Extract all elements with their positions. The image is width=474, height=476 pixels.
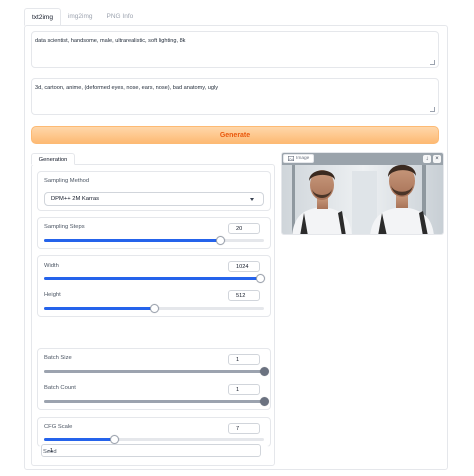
batch-size-slider[interactable]: [44, 367, 269, 376]
height-input[interactable]: 512: [228, 290, 260, 301]
seed-input[interactable]: -1: [41, 444, 261, 457]
batch-group: Batch Size 1 Batch Count 1: [37, 348, 271, 410]
batch-count-slider[interactable]: [44, 397, 269, 406]
batch-count-label: Batch Count: [44, 385, 76, 391]
sampling-steps-input[interactable]: 20: [228, 223, 260, 234]
sampling-method-select[interactable]: DPM++ 2M Karras: [44, 192, 264, 206]
tab-img2img[interactable]: img2img: [61, 8, 100, 26]
slider-thumb[interactable]: [216, 236, 225, 245]
generation-settings: Sampling Method DPM++ 2M Karras Sampling…: [31, 164, 275, 466]
txt2img-panel: Generate Generation Sampling Method DPM+…: [24, 25, 448, 470]
sampling-steps-slider[interactable]: [44, 236, 264, 245]
slider-fill: [44, 438, 115, 441]
tab-generation[interactable]: Generation: [31, 153, 75, 165]
cfg-scale-input[interactable]: 7: [228, 423, 260, 434]
height-slider[interactable]: [44, 304, 264, 313]
slider-fill: [44, 400, 264, 403]
batch-size-label: Batch Size: [44, 355, 72, 361]
slider-fill: [44, 370, 264, 373]
slider-thumb[interactable]: [110, 435, 120, 444]
width-slider[interactable]: [44, 274, 265, 283]
close-icon[interactable]: ×: [433, 155, 441, 163]
sampling-method-label: Sampling Method: [44, 178, 90, 184]
resize-handle[interactable]: [430, 107, 435, 112]
tab-bar: txt2img img2img PNG Info: [24, 8, 140, 26]
image-label-text: Image: [296, 156, 310, 161]
image-label: Image: [283, 154, 315, 163]
cfg-scale-slider[interactable]: [44, 435, 264, 444]
image-icon: [288, 156, 294, 161]
cfg-scale-group: CFG Scale 7: [37, 417, 271, 447]
slider-fill: [44, 277, 260, 280]
sampling-method-group: Sampling Method DPM++ 2M Karras: [37, 171, 271, 211]
chevron-down-icon: [250, 198, 254, 201]
tab-txt2img[interactable]: txt2img: [24, 8, 61, 26]
slider-fill: [44, 307, 154, 310]
negative-prompt-box: [31, 78, 439, 115]
slider-thumb[interactable]: [260, 397, 269, 406]
generated-image: [282, 153, 443, 234]
prompt-input[interactable]: [35, 38, 435, 61]
width-input[interactable]: 1024: [228, 261, 260, 272]
sampling-steps-group: Sampling Steps 20: [37, 217, 271, 249]
batch-count-input[interactable]: 1: [228, 384, 260, 395]
width-label: Width: [44, 263, 59, 269]
resize-handle[interactable]: [430, 60, 435, 65]
prompt-box: [31, 31, 439, 68]
sampling-steps-label: Sampling Steps: [44, 224, 85, 230]
cfg-scale-label: CFG Scale: [44, 424, 73, 430]
slider-fill: [44, 239, 220, 242]
tab-png-info[interactable]: PNG Info: [100, 8, 141, 26]
height-label: Height: [44, 292, 61, 298]
batch-size-input[interactable]: 1: [228, 354, 260, 365]
negative-prompt-input[interactable]: [35, 85, 435, 108]
download-icon[interactable]: ↓: [423, 155, 431, 163]
generate-button[interactable]: Generate: [31, 126, 439, 144]
slider-thumb[interactable]: [150, 304, 159, 313]
sampling-method-value: DPM++ 2M Karras: [51, 196, 99, 202]
slider-thumb[interactable]: [260, 367, 269, 376]
slider-thumb[interactable]: [255, 274, 265, 283]
image-output: Image ↓ ×: [281, 152, 444, 235]
dimensions-group: Width 1024 Height 512: [37, 255, 271, 317]
